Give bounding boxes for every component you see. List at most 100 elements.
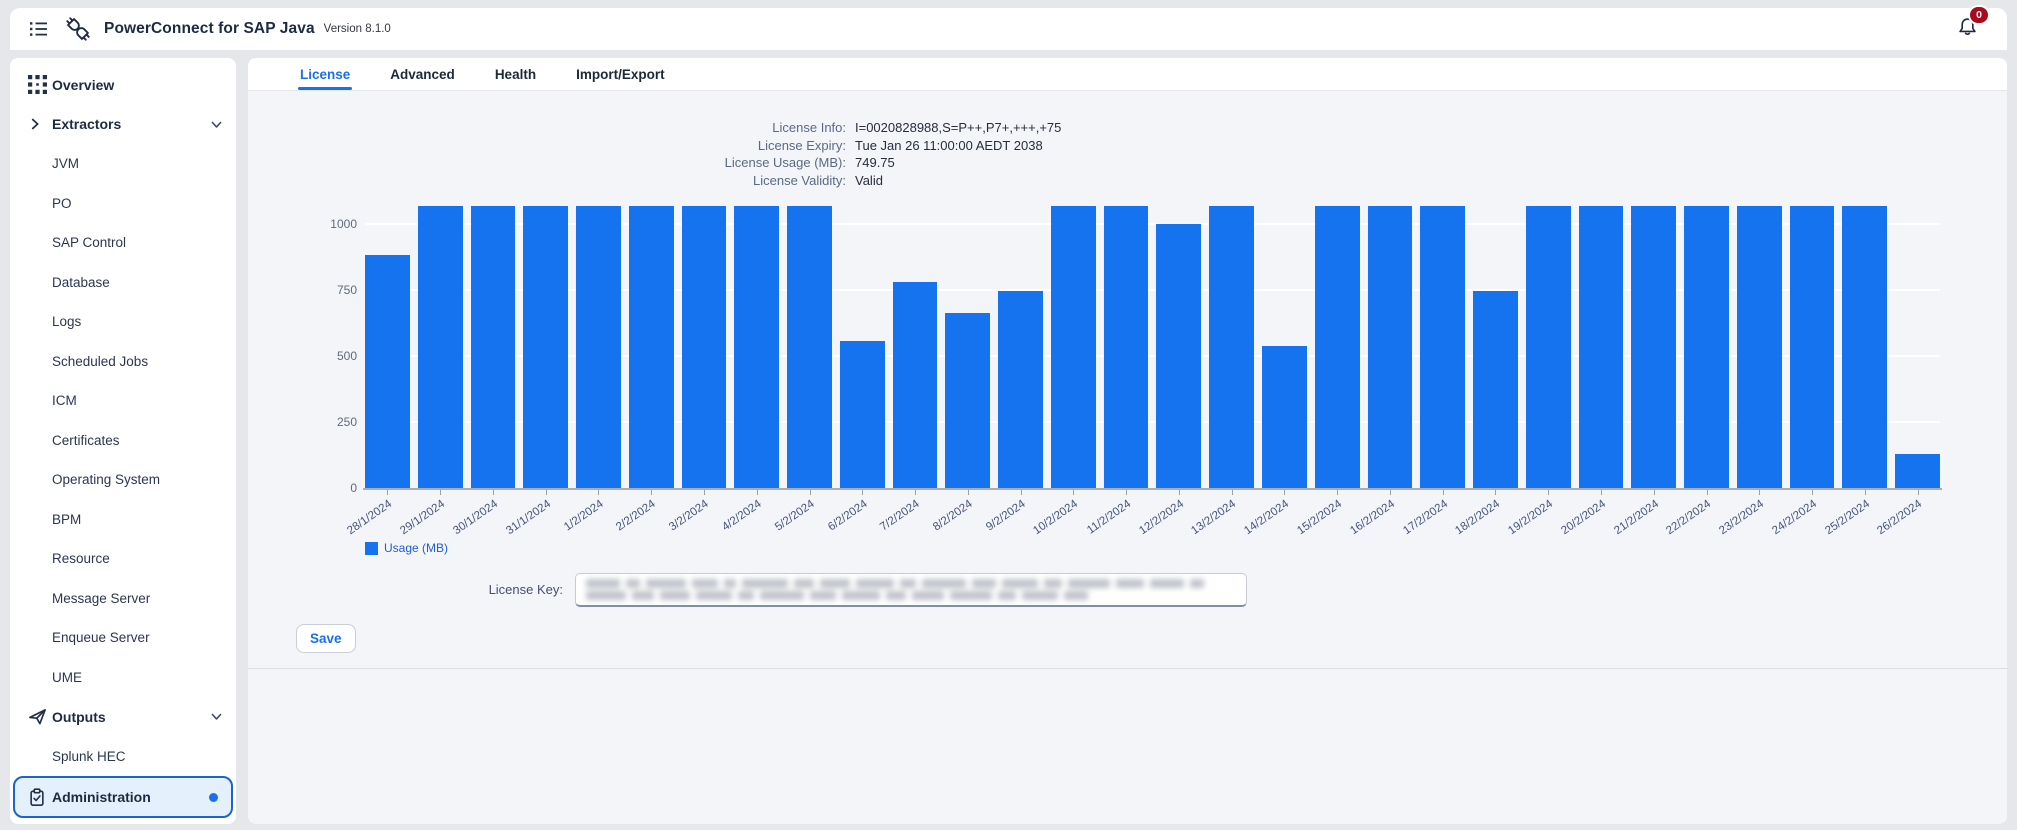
- notifications-button[interactable]: 0: [1958, 16, 1977, 42]
- sidebar-item-message-server[interactable]: Message Server: [10, 579, 236, 619]
- x-axis-tick: [704, 490, 705, 495]
- tab-license[interactable]: License: [300, 58, 350, 90]
- bar: [998, 291, 1043, 488]
- x-axis-tick-label: 3/2/2024: [667, 498, 711, 534]
- x-axis-tick: [862, 490, 863, 495]
- tab-health[interactable]: Health: [495, 58, 536, 90]
- bar: [1051, 206, 1096, 488]
- tab-advanced[interactable]: Advanced: [390, 58, 455, 90]
- tab-bar: License Advanced Health Import/Export: [248, 58, 2007, 91]
- sidebar-item-po[interactable]: PO: [10, 184, 236, 224]
- x-axis-tick-label: 28/1/2024: [345, 498, 394, 537]
- x-axis-tick-label: 1/2/2024: [562, 498, 606, 534]
- license-key-label: License Key:: [248, 582, 563, 597]
- sidebar-item-scheduled-jobs[interactable]: Scheduled Jobs: [10, 342, 236, 382]
- sidebar-item-label: Database: [52, 275, 110, 290]
- chevron-right-icon: [28, 117, 52, 131]
- x-axis-tick: [1918, 490, 1919, 495]
- bar: [787, 206, 832, 488]
- x-axis-tick: [1073, 490, 1074, 495]
- sidebar-item-label: Message Server: [52, 591, 150, 606]
- sidebar-item-icm[interactable]: ICM: [10, 381, 236, 421]
- x-axis-tick-label: 18/2/2024: [1454, 498, 1503, 537]
- sidebar-item-resource[interactable]: Resource: [10, 539, 236, 579]
- x-axis-tick: [598, 490, 599, 495]
- x-axis-tick: [915, 490, 916, 495]
- sidebar-item-enqueue-server[interactable]: Enqueue Server: [10, 618, 236, 658]
- x-axis-tick-label: 23/2/2024: [1717, 498, 1766, 537]
- sidebar-item-sap-control[interactable]: SAP Control: [10, 223, 236, 263]
- x-axis-tick-label: 14/2/2024: [1242, 498, 1291, 537]
- sidebar-item-outputs[interactable]: Outputs: [10, 697, 236, 737]
- license-key-input[interactable]: [575, 573, 1247, 607]
- usage-bar-chart: 0250500750100028/1/202429/1/202430/1/202…: [365, 205, 1940, 488]
- y-axis-tick-label: 500: [309, 349, 357, 363]
- send-icon: [28, 707, 52, 726]
- legend-swatch: [365, 542, 378, 555]
- sidebar-item-database[interactable]: Database: [10, 263, 236, 303]
- x-axis-tick-label: 17/2/2024: [1401, 498, 1450, 537]
- bar: [682, 206, 727, 488]
- sidebar-item-label: Certificates: [52, 433, 120, 448]
- license-field-label: License Expiry:: [248, 137, 846, 155]
- license-field-value: Tue Jan 26 11:00:00 AEDT 2038: [855, 137, 1043, 155]
- x-axis-tick: [387, 490, 388, 495]
- x-axis-tick: [1443, 490, 1444, 495]
- license-field-row: License Expiry: Tue Jan 26 11:00:00 AEDT …: [248, 137, 2007, 155]
- x-axis-tick: [1337, 490, 1338, 495]
- sidebar-item-bpm[interactable]: BPM: [10, 500, 236, 540]
- x-axis-tick-label: 7/2/2024: [878, 498, 922, 534]
- sidebar-item-splunk-hec[interactable]: Splunk HEC: [10, 737, 236, 777]
- x-axis-tick-label: 30/1/2024: [451, 498, 500, 537]
- sidebar-item-extractors[interactable]: Extractors: [10, 105, 236, 145]
- license-tab-content: License Info:I=0020828988,S=P++,P7+,+++,…: [248, 91, 2007, 824]
- bar-16-2-2024: 16/2/2024: [1368, 205, 1413, 488]
- sidebar-item-label: Outputs: [52, 709, 106, 725]
- sidebar-item-administration[interactable]: Administration: [13, 776, 233, 818]
- x-axis-tick-label: 5/2/2024: [773, 498, 817, 534]
- sidebar-item-certificates[interactable]: Certificates: [10, 421, 236, 461]
- x-axis-tick-label: 16/2/2024: [1348, 498, 1397, 537]
- sidebar-item-ume[interactable]: UME: [10, 658, 236, 698]
- bar: [1104, 206, 1149, 488]
- x-axis-tick-label: 25/2/2024: [1823, 498, 1872, 537]
- chevron-down-icon[interactable]: [210, 118, 223, 131]
- bar: [1895, 454, 1940, 488]
- license-field-row: License Validity:Valid: [248, 172, 2007, 190]
- bar: [418, 206, 463, 488]
- bar-15-2-2024: 15/2/2024: [1315, 205, 1360, 488]
- sidebar-item-logs[interactable]: Logs: [10, 302, 236, 342]
- bar-10-2-2024: 10/2/2024: [1051, 205, 1096, 488]
- sidebar-item-operating-system[interactable]: Operating System: [10, 460, 236, 500]
- x-axis-tick: [1654, 490, 1655, 495]
- bar-30-1-2024: 30/1/2024: [471, 205, 516, 488]
- bar: [1368, 206, 1413, 488]
- notification-count-badge: 0: [1968, 5, 1990, 25]
- sidebar-item-label: ICM: [52, 393, 77, 408]
- sidebar-item-overview[interactable]: Overview: [10, 65, 236, 105]
- bar-1-2-2024: 1/2/2024: [576, 205, 621, 488]
- sidebar-item-label: Enqueue Server: [52, 630, 150, 645]
- dot-indicator: [209, 793, 218, 802]
- bar: [576, 206, 621, 488]
- tab-import-export[interactable]: Import/Export: [576, 58, 665, 90]
- sidebar-item-jvm[interactable]: JVM: [10, 144, 236, 184]
- license-field-label: License Validity:: [248, 172, 846, 190]
- x-axis-tick-label: 8/2/2024: [931, 498, 975, 534]
- chevron-down-icon[interactable]: [210, 710, 223, 723]
- bar-13-2-2024: 13/2/2024: [1209, 205, 1254, 488]
- menu-list-icon[interactable]: [29, 21, 48, 37]
- x-axis-tick: [440, 490, 441, 495]
- bar: [365, 255, 410, 488]
- bar-7-2-2024: 7/2/2024: [893, 205, 938, 488]
- bar-21-2-2024: 21/2/2024: [1631, 205, 1676, 488]
- sidebar-item-label: BPM: [52, 512, 81, 527]
- save-button[interactable]: Save: [296, 624, 356, 653]
- sidebar-item-label: Resource: [52, 551, 110, 566]
- license-field-row: License Info:I=0020828988,S=P++,P7+,+++,…: [248, 119, 2007, 137]
- bar: [1579, 206, 1624, 488]
- sidebar-item-label: JVM: [52, 156, 79, 171]
- bar: [1737, 206, 1782, 488]
- x-axis-tick: [1179, 490, 1180, 495]
- bar: [1631, 206, 1676, 488]
